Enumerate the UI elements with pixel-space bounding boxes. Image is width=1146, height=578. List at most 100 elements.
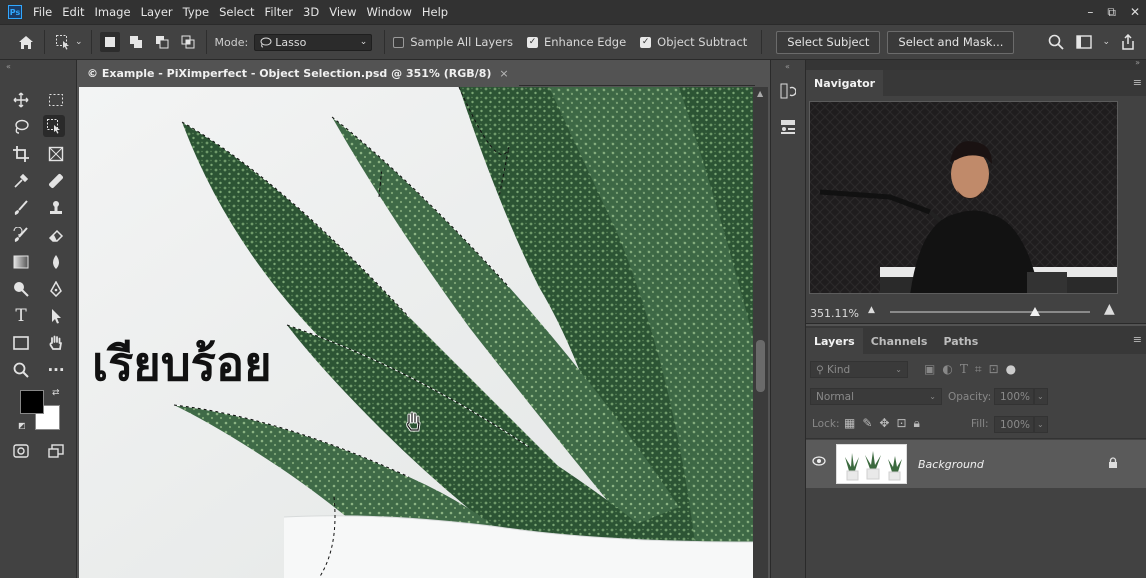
menu-type[interactable]: Type (178, 0, 214, 24)
menu-view[interactable]: View (324, 0, 361, 24)
object-subtract-checkbox[interactable]: ✓ Object Subtract (640, 35, 747, 49)
menu-edit[interactable]: Edit (57, 0, 89, 24)
eraser-tool-icon[interactable] (45, 224, 67, 246)
zoom-tool-icon[interactable] (10, 359, 32, 381)
collapse-icon[interactable]: « (785, 62, 790, 71)
swap-colors-icon[interactable]: ⇄ (52, 388, 60, 398)
zoom-slider-track[interactable] (890, 311, 1090, 313)
lock-transparent-pixels-icon[interactable]: ▦ (844, 416, 855, 431)
navigator-preview[interactable] (809, 101, 1118, 294)
adjustment-layer-filter-icon[interactable]: ◐ (942, 362, 952, 377)
pen-tool-icon[interactable] (45, 278, 67, 300)
zoom-percentage[interactable]: 351.11% (810, 307, 859, 320)
menu-select[interactable]: Select (214, 0, 259, 24)
subtract-from-selection-icon[interactable] (152, 32, 172, 52)
vertical-scrollbar[interactable] (753, 87, 768, 578)
zoom-slider-thumb[interactable] (1030, 307, 1041, 316)
pixel-layer-filter-icon[interactable]: ▣ (924, 362, 935, 377)
object-selection-tool-icon[interactable] (43, 115, 65, 137)
opacity-dropdown[interactable]: ⌄ (1034, 388, 1048, 405)
minimize-button[interactable]: – (1087, 0, 1093, 24)
history-brush-tool-icon[interactable] (10, 224, 32, 246)
foreground-color-swatch[interactable] (20, 390, 44, 414)
close-tab-icon[interactable]: × (499, 67, 508, 80)
menu-filter[interactable]: Filter (260, 0, 298, 24)
zoom-in-icon[interactable]: ▲ (1104, 301, 1115, 317)
zoom-out-icon[interactable]: ▲ (868, 305, 875, 315)
collapse-icon[interactable]: » (1135, 58, 1140, 67)
fill-dropdown[interactable]: ⌄ (1034, 416, 1048, 433)
filter-toggle-icon[interactable]: ● (1006, 362, 1016, 377)
enhance-edge-checkbox[interactable]: ✓ Enhance Edge (526, 35, 626, 49)
tab-navigator[interactable]: Navigator (806, 70, 884, 96)
quick-mask-icon[interactable] (10, 440, 32, 462)
frame-tool-icon[interactable] (45, 143, 67, 165)
close-button[interactable]: ✕ (1130, 0, 1140, 24)
type-layer-filter-icon[interactable]: T (960, 362, 968, 377)
filter-kind-select[interactable]: ⚲ Kind ⌄ (810, 361, 908, 378)
shape-layer-filter-icon[interactable]: ⌗ (975, 362, 982, 377)
path-selection-tool-icon[interactable] (45, 305, 67, 327)
sample-all-layers-checkbox[interactable]: Sample All Layers (393, 35, 513, 49)
eyedropper-tool-icon[interactable] (10, 170, 32, 192)
smart-object-filter-icon[interactable]: ⊡ (989, 362, 999, 377)
more-tools-icon[interactable]: ··· (45, 359, 67, 381)
fill-input[interactable]: 100% (994, 416, 1034, 433)
new-selection-icon[interactable] (99, 32, 120, 52)
lasso-tool-icon[interactable] (10, 116, 32, 138)
chevron-down-icon[interactable]: ⌄ (1102, 37, 1110, 47)
move-tool-icon[interactable] (10, 89, 32, 111)
scrollbar-thumb[interactable] (756, 340, 765, 392)
collapse-icon[interactable]: « (6, 62, 11, 71)
chevron-down-icon[interactable]: ⌄ (75, 37, 83, 47)
type-tool-icon[interactable]: T (10, 305, 32, 327)
select-and-mask-button[interactable]: Select and Mask... (887, 30, 1015, 54)
layer-row[interactable]: Background (806, 440, 1146, 488)
scroll-up-icon[interactable]: ▲ (757, 89, 763, 98)
workspace-icon[interactable] (1074, 32, 1094, 52)
lock-all-icon[interactable]: 🔒︎ (914, 416, 920, 431)
select-subject-button[interactable]: Select Subject (776, 30, 881, 54)
brush-tool-icon[interactable] (10, 197, 32, 219)
tab-paths[interactable]: Paths (935, 328, 986, 354)
lock-position-icon[interactable]: ✥ (879, 416, 889, 431)
restore-button[interactable]: ⧉ (1107, 0, 1116, 24)
share-icon[interactable] (1118, 32, 1138, 52)
healing-brush-tool-icon[interactable] (45, 170, 67, 192)
mode-select[interactable]: Lasso ⌄ (254, 33, 373, 51)
rectangle-tool-icon[interactable] (10, 332, 32, 354)
document-canvas[interactable] (79, 87, 753, 578)
search-icon[interactable] (1046, 32, 1066, 52)
properties-panel-icon[interactable] (780, 119, 796, 138)
home-icon[interactable] (16, 32, 36, 52)
intersect-selection-icon[interactable] (178, 32, 198, 52)
menu-window[interactable]: Window (362, 0, 417, 24)
lock-image-pixels-icon[interactable]: ✎ (862, 416, 872, 431)
panel-menu-icon[interactable]: ≡ (1133, 333, 1142, 346)
blend-mode-select[interactable]: Normal ⌄ (810, 388, 942, 405)
panel-menu-icon[interactable]: ≡ (1133, 76, 1142, 89)
crop-tool-icon[interactable] (10, 143, 32, 165)
tab-layers[interactable]: Layers (806, 328, 863, 354)
tab-channels[interactable]: Channels (863, 328, 936, 354)
clone-stamp-tool-icon[interactable] (45, 197, 67, 219)
dodge-tool-icon[interactable] (10, 278, 32, 300)
gradient-tool-icon[interactable] (10, 251, 32, 273)
screen-mode-icon[interactable] (45, 440, 67, 462)
default-colors-icon[interactable]: ◩ (18, 421, 26, 430)
blur-tool-icon[interactable] (45, 251, 67, 273)
opacity-input[interactable]: 100% (994, 388, 1034, 405)
add-to-selection-icon[interactable] (126, 32, 146, 52)
menu-layer[interactable]: Layer (136, 0, 178, 24)
document-tab[interactable]: © Example - PiXimperfect - Object Select… (77, 60, 519, 86)
lock-artboard-icon[interactable]: ⊡ (896, 416, 906, 431)
layer-name[interactable]: Background (918, 458, 984, 471)
object-selection-tool-preset-icon[interactable] (53, 32, 73, 52)
hand-tool-icon[interactable] (45, 332, 67, 354)
menu-3d[interactable]: 3D (298, 0, 324, 24)
eye-visibility-icon[interactable] (812, 456, 826, 469)
lock-icon[interactable] (1108, 457, 1118, 472)
marquee-tool-icon[interactable] (45, 89, 67, 111)
menu-help[interactable]: Help (417, 0, 453, 24)
menu-file[interactable]: File (28, 0, 57, 24)
